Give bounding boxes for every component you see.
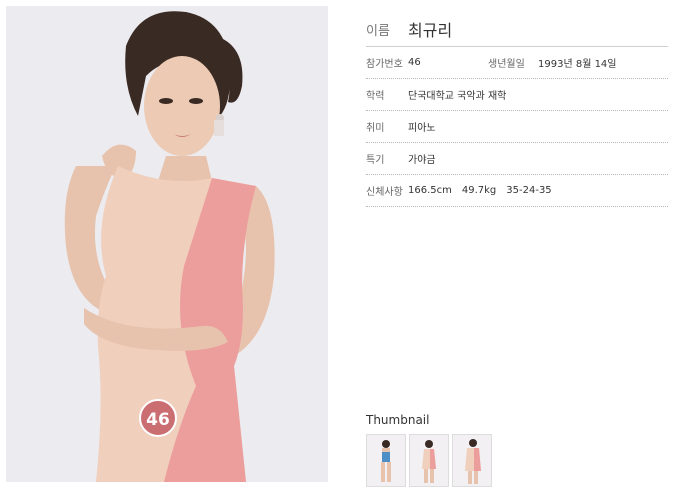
thumbnail-swimsuit[interactable] — [366, 434, 406, 487]
talent-row: 특기 가야금 — [366, 143, 668, 175]
birth-label: 생년월일 — [488, 59, 525, 70]
name-label: 이름 — [366, 23, 390, 39]
thumbnail-title: Thumbnail — [366, 413, 430, 427]
body-row: 신체사항 166.5cm 49.7kg 35-24-35 — [366, 175, 668, 207]
weight-value: 49.7kg — [461, 185, 497, 196]
school-value: 단국대학교 국악과 재학 — [408, 91, 507, 102]
body-label: 신체사항 — [366, 187, 403, 198]
measurements-value: 35-24-35 — [506, 185, 552, 196]
hobby-row: 취미 피아노 — [366, 111, 668, 143]
contestant-photo: 46 — [6, 6, 328, 482]
school-label: 학력 — [366, 91, 385, 102]
entry-no-label: 참가번호 — [366, 59, 403, 70]
name-row: 이름 최규리 — [366, 12, 668, 47]
talent-value: 가야금 — [408, 155, 436, 166]
name-value: 최규리 — [408, 21, 453, 40]
photo-badge-number: 46 — [146, 410, 170, 430]
school-row: 학력 단국대학교 국악과 재학 — [366, 79, 668, 111]
hobby-label: 취미 — [366, 123, 385, 134]
thumbnail-list — [366, 434, 492, 487]
birth-value: 1993년 8월 14일 — [538, 59, 617, 70]
profile-panel: 이름 최규리 참가번호 46 생년월일 1993년 8월 14일 학력 단국대학… — [366, 12, 668, 207]
hobby-value: 피아노 — [408, 123, 436, 134]
height-value: 166.5cm — [408, 185, 452, 196]
thumbnail-dress-side[interactable] — [452, 434, 492, 487]
thumbnail-dress[interactable] — [409, 434, 449, 487]
entry-no-value: 46 — [408, 57, 421, 68]
contestant-illustration: 46 — [6, 6, 328, 482]
talent-label: 특기 — [366, 155, 385, 166]
entry-birth-row: 참가번호 46 생년월일 1993년 8월 14일 — [366, 47, 668, 79]
